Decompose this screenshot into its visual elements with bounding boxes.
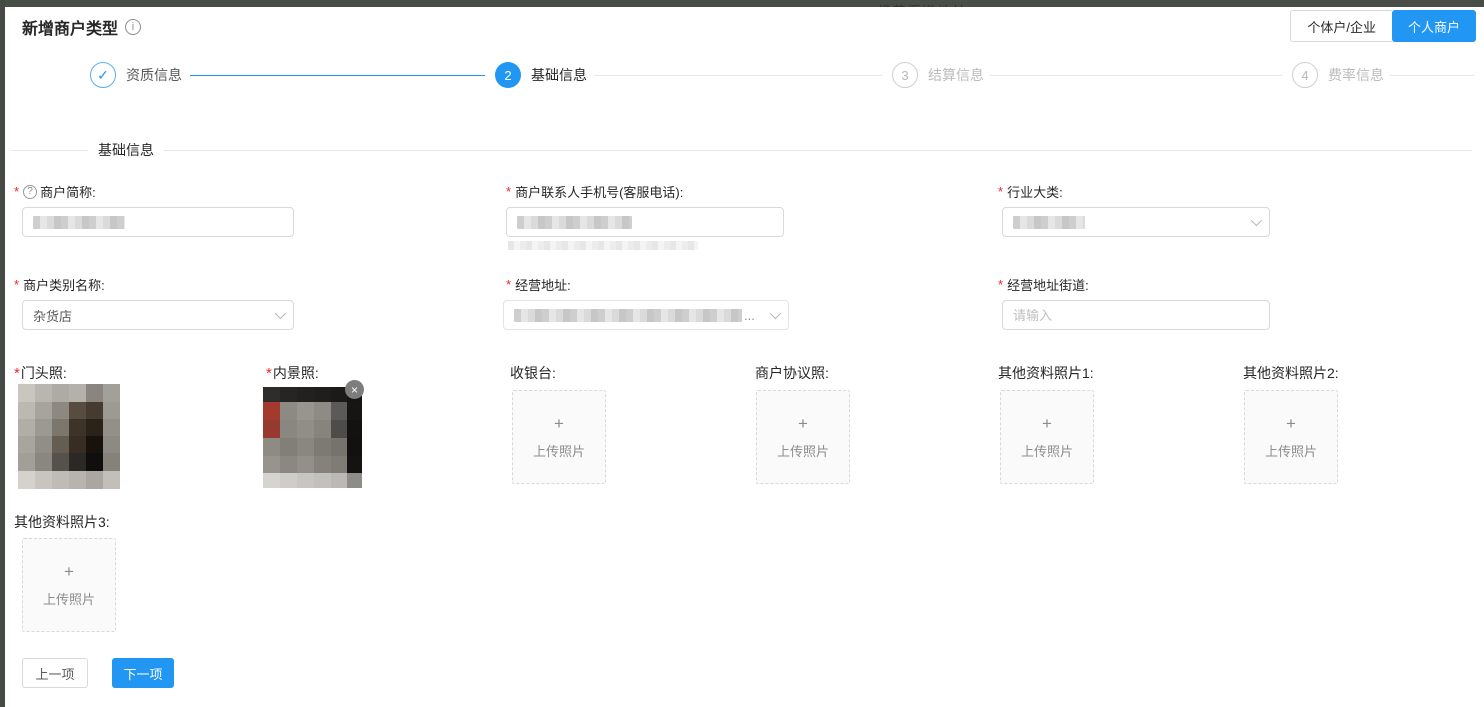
step-connector bbox=[990, 75, 1282, 76]
required-asterisk: * bbox=[998, 277, 1003, 292]
step-label: 资质信息 bbox=[126, 65, 182, 85]
redacted-value bbox=[517, 216, 632, 229]
chevron-down-icon bbox=[770, 308, 781, 319]
remove-photo-button[interactable]: × bbox=[345, 380, 364, 399]
selected-value: 杂货店 bbox=[33, 306, 72, 325]
info-icon[interactable]: i bbox=[125, 19, 141, 35]
plus-icon: + bbox=[798, 415, 808, 432]
upload-label-storefront: *门头照: bbox=[14, 363, 67, 383]
window-top-edge: 8.1 经营渠道地址 bbox=[0, 0, 1484, 7]
upload-button-text: 上传照片 bbox=[1021, 441, 1073, 460]
redacted-value bbox=[33, 216, 125, 229]
field-label-merchant-shortname: * ? 商户简称: bbox=[14, 182, 96, 201]
ellipsis-text: ... bbox=[744, 308, 755, 323]
step-3-settlement-info[interactable]: 3 结算信息 bbox=[892, 62, 984, 88]
previous-step-button[interactable]: 上一项 bbox=[22, 658, 88, 688]
upload-label-other-2: 其他资料照片2: bbox=[1243, 363, 1339, 383]
plus-icon: + bbox=[554, 415, 564, 432]
required-asterisk: * bbox=[14, 184, 19, 199]
merchant-category-select[interactable]: 杂货店 bbox=[22, 300, 294, 330]
storefront-photo-preview[interactable] bbox=[18, 384, 120, 489]
step-connector bbox=[594, 75, 882, 76]
toggle-individual-enterprise-button[interactable]: 个体户/企业 bbox=[1290, 10, 1392, 42]
merchant-type-toggle: 个体户/企业 个人商户 bbox=[1290, 10, 1476, 42]
required-asterisk: * bbox=[506, 277, 511, 292]
step-label: 结算信息 bbox=[928, 65, 984, 85]
required-asterisk: * bbox=[506, 184, 511, 199]
interior-photo-preview[interactable] bbox=[263, 387, 362, 488]
address-street-input[interactable] bbox=[1002, 300, 1270, 330]
page-title-text: 新增商户类型 bbox=[22, 15, 118, 39]
contact-phone-input[interactable] bbox=[506, 207, 784, 237]
required-asterisk: * bbox=[998, 184, 1003, 199]
required-asterisk: * bbox=[14, 277, 19, 292]
plus-icon: + bbox=[1042, 415, 1052, 432]
next-step-button[interactable]: 下一项 bbox=[112, 658, 174, 688]
upload-button-text: 上传照片 bbox=[777, 441, 829, 460]
upload-button-text: 上传照片 bbox=[1265, 441, 1317, 460]
field-label-merchant-category: * 商户类别名称: bbox=[14, 275, 105, 294]
upload-label-cashier: 收银台: bbox=[510, 363, 556, 383]
step-2-basic-info[interactable]: 2 基础信息 bbox=[495, 62, 587, 88]
section-title: 基础信息 bbox=[98, 140, 154, 160]
field-label-contact-phone: * 商户联系人手机号(客服电话): bbox=[506, 182, 683, 201]
step-number: 3 bbox=[892, 62, 918, 88]
step-number: 4 bbox=[1292, 62, 1318, 88]
upload-button-text: 上传照片 bbox=[533, 441, 585, 460]
required-asterisk: * bbox=[14, 365, 20, 382]
help-icon[interactable]: ? bbox=[23, 185, 37, 199]
redacted-value bbox=[514, 309, 742, 322]
step-label: 基础信息 bbox=[531, 65, 587, 85]
step-number: 2 bbox=[495, 62, 521, 88]
divider-line bbox=[164, 150, 1472, 151]
window-left-edge bbox=[0, 0, 5, 707]
agreement-photo-upload[interactable]: + 上传照片 bbox=[756, 390, 850, 484]
other-photo-2-upload[interactable]: + 上传照片 bbox=[1244, 390, 1338, 484]
cashier-photo-upload[interactable]: + 上传照片 bbox=[512, 390, 606, 484]
other-photo-1-upload[interactable]: + 上传照片 bbox=[1000, 390, 1094, 484]
required-asterisk: * bbox=[266, 365, 272, 382]
chevron-down-icon bbox=[275, 308, 286, 319]
redacted-value bbox=[1013, 216, 1085, 229]
chevron-down-icon bbox=[1251, 215, 1262, 226]
check-icon: ✓ bbox=[90, 62, 116, 88]
upload-label-agreement: 商户协议照: bbox=[755, 363, 829, 383]
step-label: 费率信息 bbox=[1328, 65, 1384, 85]
step-1-qualification[interactable]: ✓ 资质信息 bbox=[90, 62, 182, 88]
upload-label-other-1: 其他资料照片1: bbox=[998, 363, 1094, 383]
step-connector bbox=[1390, 75, 1474, 76]
industry-category-select[interactable] bbox=[1002, 207, 1270, 237]
field-label-industry-category: * 行业大类: bbox=[998, 182, 1063, 201]
plus-icon: + bbox=[1286, 415, 1296, 432]
redacted-overflow bbox=[508, 241, 698, 250]
section-divider: 基础信息 bbox=[10, 140, 1472, 160]
toggle-personal-merchant-button[interactable]: 个人商户 bbox=[1392, 10, 1476, 42]
page-title: 新增商户类型 i bbox=[22, 15, 141, 39]
clipped-background-text: 8.1 经营渠道地址 bbox=[848, 1, 968, 7]
divider-line bbox=[10, 150, 88, 151]
field-label-address-street: * 经营地址街道: bbox=[998, 275, 1089, 294]
step-connector bbox=[190, 75, 485, 76]
field-label-business-address: * 经营地址: bbox=[506, 275, 571, 294]
business-address-cascader[interactable]: ... bbox=[503, 300, 789, 330]
merchant-shortname-input[interactable] bbox=[22, 207, 294, 237]
other-photo-3-upload[interactable]: + 上传照片 bbox=[22, 538, 116, 632]
upload-label-other-3: 其他资料照片3: bbox=[14, 512, 110, 532]
step-4-rate-info[interactable]: 4 费率信息 bbox=[1292, 62, 1384, 88]
upload-button-text: 上传照片 bbox=[43, 589, 95, 608]
plus-icon: + bbox=[64, 563, 74, 580]
close-icon: × bbox=[351, 384, 358, 396]
upload-label-interior: *内景照: bbox=[266, 363, 319, 383]
